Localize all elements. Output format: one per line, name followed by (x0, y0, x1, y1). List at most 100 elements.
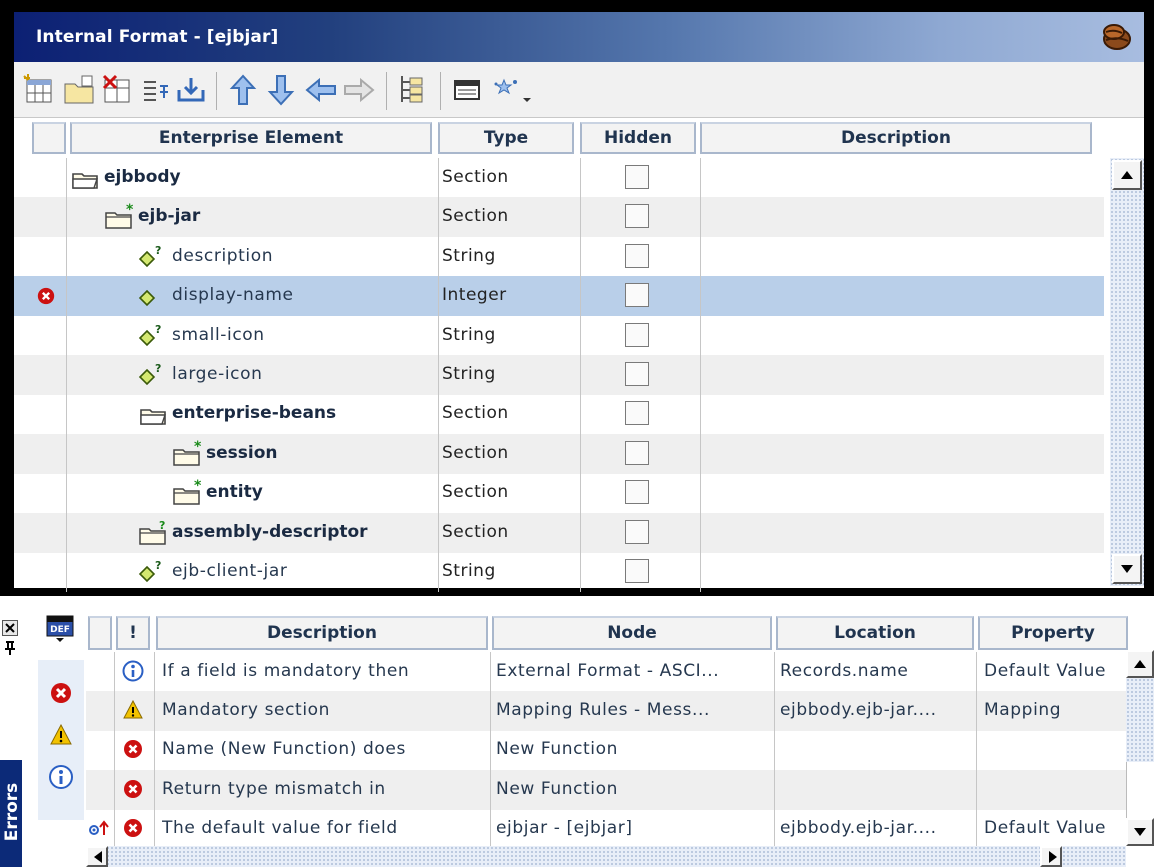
error-location: Records.name (780, 661, 909, 681)
error-location: ejbbody.ejb-jar.... (780, 700, 937, 721)
error-row[interactable]: If a field is mandatory then External For… (86, 652, 1126, 692)
table-view-icon[interactable] (450, 72, 484, 108)
import-icon[interactable] (174, 72, 208, 108)
properties-icon[interactable] (138, 72, 172, 108)
field-optional-icon: ? (138, 244, 161, 267)
tree-row[interactable]: * session Section (14, 433, 1104, 474)
element-name: session (206, 442, 278, 463)
error-filter-icon[interactable] (50, 682, 72, 704)
move-left-icon[interactable] (304, 72, 338, 108)
svg-text:*: * (126, 203, 134, 218)
toolbar (14, 62, 1144, 118)
error-column-header-indicator[interactable] (88, 616, 112, 650)
element-name: assembly-descriptor (172, 521, 368, 542)
column-header-hidden[interactable]: Hidden (580, 122, 696, 154)
element-name: entity (206, 482, 263, 503)
column-header-type[interactable]: Type (438, 122, 574, 154)
svg-text:*: * (194, 479, 202, 494)
hidden-checkbox[interactable] (625, 362, 649, 386)
errors-vertical-scrollbar[interactable] (1126, 650, 1154, 846)
tree-row[interactable]: ? assembly-descriptor Section (14, 512, 1104, 553)
severity-filter-bar (38, 660, 84, 820)
tree-row[interactable]: ? ejb-client-jar String (14, 552, 1104, 592)
scroll-left-button[interactable] (86, 846, 108, 867)
hidden-checkbox[interactable] (625, 480, 649, 505)
column-header-indicator[interactable] (32, 122, 66, 154)
info-filter-icon[interactable] (48, 764, 74, 790)
error-column-header-property[interactable]: Property (978, 616, 1128, 650)
error-row[interactable]: Mandatory section Mapping Rules - Mess...… (86, 691, 1126, 732)
goto-icon (89, 820, 109, 835)
tree-row[interactable]: ejbbody Section (14, 158, 1104, 198)
hidden-checkbox[interactable] (625, 559, 649, 583)
folder-open-icon (72, 173, 98, 189)
svg-text:DEF: DEF (50, 625, 70, 635)
error-column-header-severity[interactable]: ! (116, 616, 150, 650)
hidden-checkbox[interactable] (625, 440, 649, 465)
hidden-checkbox[interactable] (625, 243, 649, 268)
error-property: Default Value (984, 817, 1107, 838)
pin-icon[interactable] (2, 640, 18, 656)
error-row[interactable]: The default value for field ejbjar - [ejb… (86, 808, 1126, 849)
element-type: Section (442, 403, 509, 424)
add-element-icon[interactable] (22, 72, 56, 108)
hidden-checkbox[interactable] (625, 401, 649, 426)
element-name: large-icon (172, 364, 263, 384)
tree-row[interactable]: ? small-icon String (14, 315, 1104, 356)
add-folder-icon[interactable] (62, 72, 96, 108)
errors-horizontal-scrollbar[interactable] (86, 846, 1126, 867)
hidden-checkbox[interactable] (625, 519, 649, 544)
folder-open-icon (140, 409, 166, 426)
error-row[interactable]: Return type mismatch in New Function (86, 769, 1126, 810)
error-column-header-description[interactable]: Description (156, 616, 488, 650)
wizard-icon[interactable] (488, 72, 522, 108)
element-name: ejb-jar (138, 206, 201, 227)
close-icon[interactable] (2, 620, 18, 636)
errors-panel: DEF Errors ! Description Node Location P… (0, 600, 1154, 867)
error-node: New Function (496, 778, 618, 799)
tree-row[interactable]: enterprise-beans Section (14, 394, 1104, 435)
element-type: Section (442, 442, 509, 463)
element-name: small-icon (172, 324, 265, 345)
delete-icon[interactable] (100, 72, 134, 108)
errors-sidebar: DEF Errors (0, 600, 84, 867)
error-description: Name (New Function) does (162, 739, 406, 760)
scroll-up-button[interactable] (1112, 160, 1142, 190)
field-optional-icon: ? (138, 559, 161, 583)
hidden-checkbox[interactable] (625, 283, 649, 308)
vertical-scrollbar[interactable] (1110, 158, 1144, 586)
error-description: If a field is mandatory then (162, 661, 410, 681)
error-description: Mandatory section (162, 700, 331, 721)
errors-tab[interactable]: Errors (0, 760, 22, 867)
element-type: String (442, 245, 496, 266)
tree-row[interactable]: * entity Section (14, 473, 1104, 514)
errors-scroll-up-button[interactable] (1126, 650, 1154, 678)
tree-row[interactable]: ? description String (14, 236, 1104, 277)
element-name: display-name (172, 285, 294, 306)
error-node: ejbjar - [ejbjar] (496, 817, 633, 838)
warning-filter-icon[interactable] (50, 724, 72, 746)
hidden-checkbox[interactable] (625, 204, 649, 229)
scroll-down-button[interactable] (1112, 554, 1142, 584)
hidden-checkbox[interactable] (625, 165, 649, 189)
scroll-right-button[interactable] (1040, 846, 1062, 867)
tree-view-icon[interactable] (396, 72, 430, 108)
error-row[interactable]: Name (New Function) does New Function (86, 730, 1126, 771)
tree-row[interactable]: display-name Integer (14, 276, 1104, 317)
error-column-header-location[interactable]: Location (776, 616, 974, 650)
move-up-icon[interactable] (226, 72, 260, 108)
tree-row[interactable]: ? large-icon String (14, 355, 1104, 395)
folder-star-icon: * (173, 440, 202, 466)
svg-text:?: ? (159, 519, 165, 532)
move-down-icon[interactable] (264, 72, 298, 108)
move-right-icon[interactable] (342, 72, 376, 108)
errors-scroll-down-button[interactable] (1126, 818, 1154, 846)
tree-row[interactable]: * ejb-jar Section (14, 197, 1104, 238)
column-header-description[interactable]: Description (700, 122, 1092, 154)
error-column-header-node[interactable]: Node (492, 616, 772, 650)
hidden-checkbox[interactable] (625, 322, 649, 347)
defaults-icon[interactable]: DEF (44, 612, 76, 644)
column-header-element[interactable]: Enterprise Element (70, 122, 432, 154)
window-title-bar[interactable]: Internal Format - [ejbjar] (14, 12, 1144, 62)
wizard-dropdown-icon[interactable] (520, 72, 534, 108)
